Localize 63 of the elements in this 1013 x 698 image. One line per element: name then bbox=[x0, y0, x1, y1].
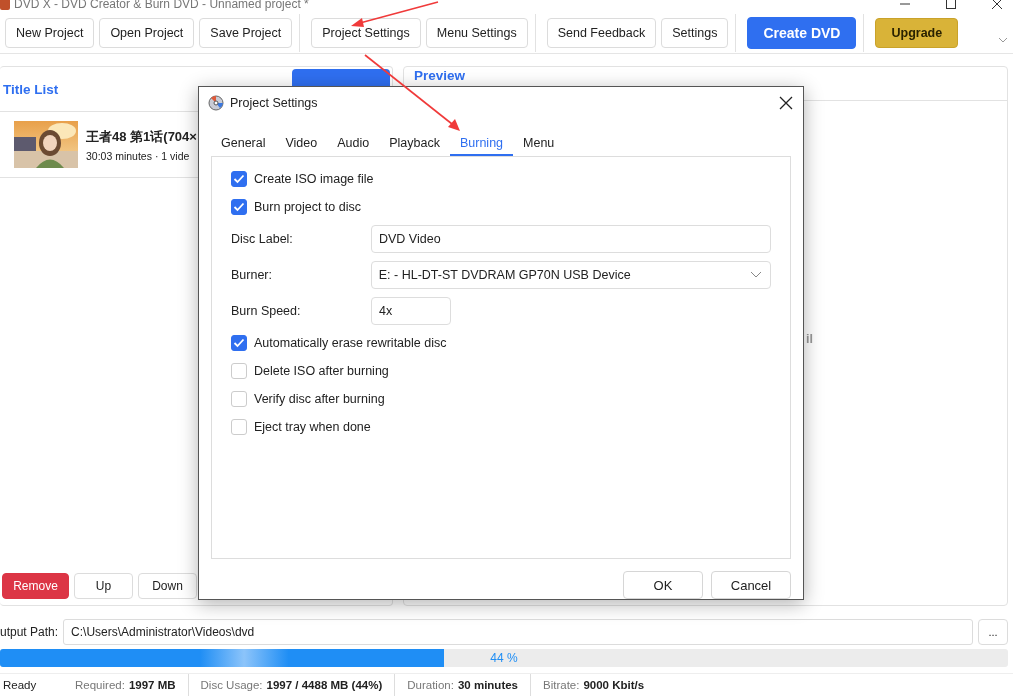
toolbar-button[interactable]: Upgrade bbox=[875, 18, 959, 48]
status-label: Disc Usage: bbox=[200, 679, 263, 691]
tab[interactable]: Audio bbox=[327, 132, 380, 157]
checkbox[interactable] bbox=[231, 171, 247, 188]
title-name: 王者48 第1话(704× bbox=[86, 127, 197, 146]
output-path-field[interactable]: C:\Users\Administrator\Videos\dvd bbox=[63, 619, 973, 645]
dialog-button[interactable]: Cancel bbox=[711, 571, 791, 599]
checkbox-label: Eject tray when done bbox=[254, 420, 371, 435]
window-title: DVD X - DVD Creator & Burn DVD - Unnamed project * bbox=[14, 0, 310, 11]
checkbox[interactable] bbox=[231, 391, 247, 408]
checkbox[interactable] bbox=[231, 335, 247, 352]
status-value: 1997 MB bbox=[128, 679, 176, 691]
status-text: Ready bbox=[2, 679, 38, 691]
toolbar-button[interactable]: Send Feedback bbox=[546, 18, 657, 48]
tab[interactable]: Burning bbox=[449, 132, 514, 157]
field-label: Burn Speed: bbox=[231, 304, 302, 319]
checkbox[interactable] bbox=[231, 199, 247, 216]
panel-title: Preview bbox=[414, 68, 466, 83]
status-value: 1997 / 4488 MB (44%) bbox=[266, 679, 383, 691]
title-details: 30:03 minutes · 1 vide bbox=[86, 149, 191, 162]
toolbar-button[interactable]: Project Settings bbox=[311, 18, 421, 48]
input-field[interactable]: DVD Video bbox=[371, 225, 771, 254]
toolbar-button[interactable]: Open Project bbox=[99, 18, 195, 48]
input-field[interactable]: 4x bbox=[371, 297, 451, 326]
tab[interactable]: Menu bbox=[513, 132, 565, 157]
toolbar-button[interactable]: Save Project bbox=[199, 18, 293, 48]
status-value: 9000 Kbit/s bbox=[583, 679, 645, 691]
panel-title: Title List bbox=[3, 81, 59, 97]
chevron-icon[interactable] bbox=[998, 36, 1008, 44]
field-label: Disc Label: bbox=[231, 232, 294, 247]
toolbar-button[interactable]: Create DVD bbox=[747, 17, 857, 49]
status-label: Bitrate: bbox=[543, 679, 580, 691]
checkbox[interactable] bbox=[231, 363, 247, 380]
preview-text: il bbox=[806, 332, 813, 346]
toolbar-button[interactable]: Settings bbox=[661, 18, 729, 48]
tab[interactable]: Video bbox=[275, 132, 328, 157]
close-icon[interactable] bbox=[991, 0, 1003, 10]
list-button[interactable]: Remove bbox=[2, 573, 69, 599]
checkbox[interactable] bbox=[231, 419, 247, 436]
status-value: 30 minutes bbox=[457, 679, 518, 691]
toolbar-button[interactable]: Menu Settings bbox=[425, 18, 528, 48]
chevron-icon bbox=[750, 271, 762, 280]
dialog-button[interactable]: OK bbox=[623, 571, 703, 599]
maximize-icon[interactable] bbox=[945, 0, 957, 10]
disc-icon bbox=[208, 94, 224, 111]
checkbox-label: Verify disc after burning bbox=[254, 392, 385, 407]
output-path-label: utput Path: bbox=[0, 625, 59, 639]
toolbar-button[interactable]: New Project bbox=[5, 18, 95, 48]
checkbox-label: Delete ISO after burning bbox=[254, 364, 389, 379]
field-label: Burner: bbox=[231, 268, 273, 283]
burner-dropdown[interactable]: E: - HL-DT-ST DVDRAM GP70N USB Device bbox=[370, 261, 771, 290]
list-button[interactable]: Down bbox=[138, 573, 197, 599]
status-label: Required: bbox=[75, 679, 125, 691]
status-label: Duration: bbox=[407, 679, 454, 691]
app-icon bbox=[0, 0, 10, 10]
list-button[interactable]: Up bbox=[74, 573, 133, 599]
checkbox-label: Burn project to disc bbox=[254, 200, 361, 215]
browse-button[interactable]: ... bbox=[978, 619, 1008, 645]
close-icon[interactable] bbox=[779, 95, 793, 110]
dialog-title: Project Settings bbox=[230, 95, 319, 110]
tab[interactable]: General bbox=[211, 132, 276, 157]
progress-label: 44 % bbox=[489, 651, 519, 665]
checkbox-label: Automatically erase rewritable disc bbox=[254, 336, 447, 351]
